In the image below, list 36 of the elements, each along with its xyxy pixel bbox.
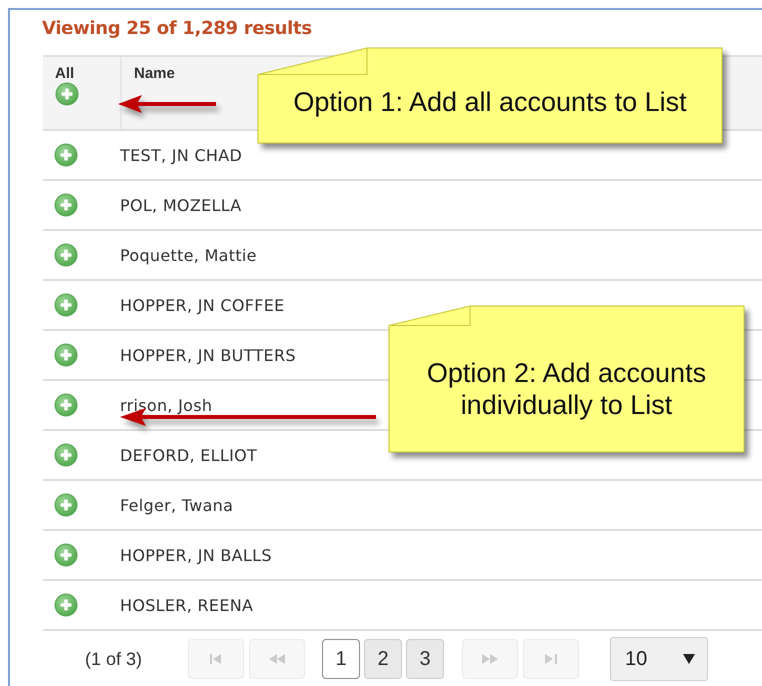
account-name: HOSLER, REENA [120,596,254,614]
callout-text: Option 2: Add accounts individually to List [426,358,708,422]
add-icon[interactable] [54,243,78,267]
page-button[interactable]: 2 [364,639,402,679]
page-button[interactable]: 1 [322,639,360,679]
account-name: HOPPER, JN BUTTERS [120,346,296,364]
account-name: Poquette, Mattie [120,246,257,264]
add-icon[interactable] [55,82,79,106]
column-header: Name [134,65,175,82]
caret-icon [683,654,696,664]
account-name: DEFORD, ELLIOT [120,446,258,464]
callout-text: Option 1: Add all accounts to List [292,86,688,118]
account-name: HOPPER, JN COFFEE [120,296,285,314]
page-status: (1 of 3) [85,648,142,670]
account-name: Felger, Twana [120,496,234,514]
add-icon[interactable] [54,393,78,417]
add-icon[interactable] [54,143,78,167]
first-page-icon [210,654,222,664]
add-icon[interactable] [54,293,78,317]
next-page-icon [482,654,498,664]
account-name: TEST, JN CHAD [120,146,242,164]
account-name: POL, MOZELLA [120,196,242,214]
results-summary: Viewing 25 of 1,289 results [42,18,313,41]
page-button[interactable]: 3 [406,639,444,679]
account-name: rrison, Josh [120,396,212,414]
last-page-icon [545,654,558,664]
page-size-select[interactable]: 10 [610,637,708,681]
account-name: HOPPER, JN BALLS [120,546,272,564]
add-icon[interactable] [54,193,78,217]
column-header: All [55,65,74,82]
add-icon[interactable] [54,443,78,467]
add-icon[interactable] [54,543,78,567]
add-icon[interactable] [54,493,78,517]
previous-page-icon [269,654,286,664]
add-icon[interactable] [54,343,78,367]
add-icon[interactable] [54,593,78,617]
